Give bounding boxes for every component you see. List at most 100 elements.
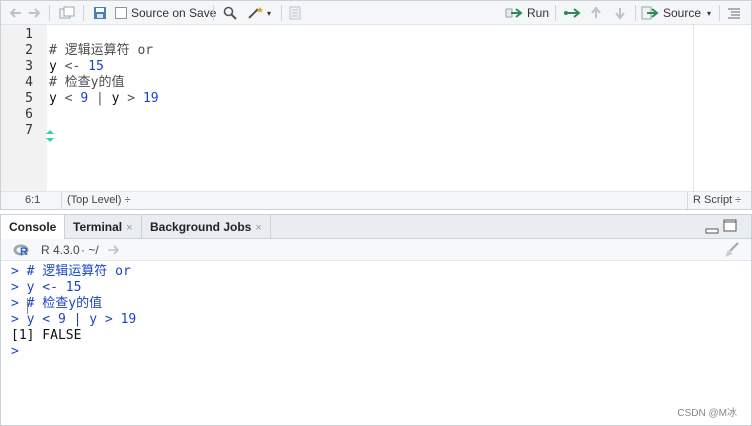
console-line: > y < 9 | y > 19 <box>11 312 136 328</box>
console-prompt: > <box>11 296 19 311</box>
code-token: 19 <box>142 91 159 106</box>
code-token: | <box>88 91 112 106</box>
console-text-cursor <box>27 298 28 314</box>
console-prompt: > <box>11 344 19 359</box>
console-input-text: # 逻辑运算符 or <box>18 264 131 279</box>
back-arrow-icon <box>9 8 21 18</box>
forward-arrow-icon <box>29 8 41 18</box>
show-in-new-window-button[interactable] <box>59 4 75 22</box>
console-input-text: y <- 15 <box>18 280 82 295</box>
close-tab-icon[interactable]: × <box>255 222 261 234</box>
tab-background-jobs[interactable]: Background Jobs × <box>142 215 271 239</box>
source-label: Source <box>663 6 702 20</box>
tab-terminal[interactable]: Terminal × <box>65 215 142 239</box>
tab-label: Terminal <box>73 220 123 234</box>
code-token: # 检查y的值 <box>49 75 125 90</box>
magnifier-icon <box>223 6 237 20</box>
margin-line <box>693 25 694 191</box>
minimize-pane-icon[interactable] <box>705 221 719 235</box>
line-number: 6 <box>25 107 33 122</box>
tab-label: Background Jobs <box>150 220 252 234</box>
line-number: 4 <box>25 75 33 90</box>
console-line: > # 检查y的值 <box>11 296 102 312</box>
go-to-previous-section-button[interactable] <box>589 4 603 22</box>
source-on-save-label: Source on Save <box>131 6 217 20</box>
r-logo-icon: R <box>13 244 29 257</box>
maximize-pane-icon[interactable] <box>723 219 737 233</box>
console-input-text <box>19 344 27 359</box>
save-button[interactable] <box>93 4 107 22</box>
forward-button[interactable] <box>27 4 41 22</box>
rerun-arrow-icon <box>564 8 581 18</box>
svg-text:R: R <box>20 246 28 257</box>
code-tools-button[interactable]: ▾ <box>247 4 271 22</box>
chevron-down-icon: ▾ <box>267 8 272 18</box>
source-on-save-toggle[interactable]: Source on Save <box>115 4 216 22</box>
back-button[interactable] <box>9 4 23 22</box>
code-token: y <box>49 59 65 74</box>
editor-toolbar: Source on Save ▾ Run Source ▾ <box>1 1 751 25</box>
console-input-text: # 检查y的值 <box>18 296 103 311</box>
code-token: 15 <box>88 59 104 74</box>
document-outline-button[interactable] <box>727 4 741 22</box>
run-arrow-icon <box>505 8 523 18</box>
tab-console[interactable]: Console <box>1 215 66 240</box>
code-editor[interactable]: # 逻辑运算符 or y <- 15 # 检查y的值 y < 9 | y > 19 <box>49 25 693 191</box>
up-arrow-icon <box>591 6 601 18</box>
magic-wand-icon <box>248 7 263 19</box>
line-number: 2 <box>25 43 33 58</box>
code-token: y <box>111 91 128 106</box>
file-type-selector[interactable]: R Script ÷ <box>693 194 741 206</box>
console-tab-bar: Console Terminal × Background Jobs × <box>1 215 751 240</box>
editor-status-bar: 6:1 (Top Level) ÷ R Script ÷ <box>1 191 751 209</box>
cursor-position: 6:1 <box>25 194 41 206</box>
new-window-icon <box>59 6 75 19</box>
line-number-gutter: 1234567 <box>1 25 47 191</box>
go-to-directory-icon[interactable] <box>107 244 121 256</box>
go-to-next-section-button[interactable] <box>613 4 627 22</box>
working-directory[interactable]: · ~/ <box>81 243 99 257</box>
console-input-text: y < 9 | y > 19 <box>18 312 137 327</box>
code-token: # 逻辑运算符 or <box>49 43 154 58</box>
console-output[interactable]: > # 逻辑运算符 or > y <- 15 > # 检查y的值 > y < 9 | … <box>1 261 751 425</box>
code-token: > <box>127 91 143 106</box>
console-info-bar: R R 4.3.0 · ~/ <box>1 239 751 261</box>
close-tab-icon[interactable]: × <box>126 222 132 234</box>
console-prompt: > <box>11 280 19 295</box>
run-button[interactable]: Run <box>505 4 549 22</box>
r-version: R 4.3.0 <box>41 243 80 257</box>
rerun-button[interactable] <box>563 4 583 22</box>
code-token: <- <box>64 59 89 74</box>
save-disk-icon <box>94 7 106 19</box>
console-line: > y <- 15 <box>11 280 81 296</box>
fold-marker-icon <box>46 130 54 142</box>
console-line: [1] FALSE <box>11 328 81 344</box>
chevron-down-icon: ▾ <box>707 8 712 18</box>
console-output-text: [1] FALSE <box>11 328 82 343</box>
console-pane: Console Terminal × Background Jobs × R R 4.3… <box>0 214 752 426</box>
source-arrow-icon <box>641 6 659 20</box>
code-line: # 检查y的值 <box>49 75 124 91</box>
tab-label: Console <box>9 220 57 234</box>
console-line: > # 逻辑运算符 or <box>11 264 131 280</box>
outline-icon <box>728 8 740 19</box>
find-replace-button[interactable] <box>223 4 237 22</box>
line-number: 3 <box>25 59 33 74</box>
code-token: y <box>49 91 65 106</box>
line-number: 1 <box>25 27 33 42</box>
code-line: y < 9 | y > 19 <box>49 91 159 107</box>
source-on-save-checkbox[interactable] <box>115 7 127 19</box>
clear-console-icon[interactable] <box>723 242 741 258</box>
line-number: 5 <box>25 91 33 106</box>
scope-selector[interactable]: (Top Level) ÷ <box>67 194 131 206</box>
code-line: y <- 15 <box>49 59 104 75</box>
compile-report-button[interactable] <box>289 4 301 22</box>
code-line: # 逻辑运算符 or <box>49 43 153 59</box>
console-line: > <box>11 344 27 360</box>
console-prompt: > <box>11 264 19 279</box>
run-label: Run <box>527 6 550 20</box>
source-button[interactable]: Source ▾ <box>641 4 711 22</box>
console-prompt: > <box>11 312 19 327</box>
code-token: < <box>64 91 81 106</box>
line-number: 7 <box>25 123 33 138</box>
